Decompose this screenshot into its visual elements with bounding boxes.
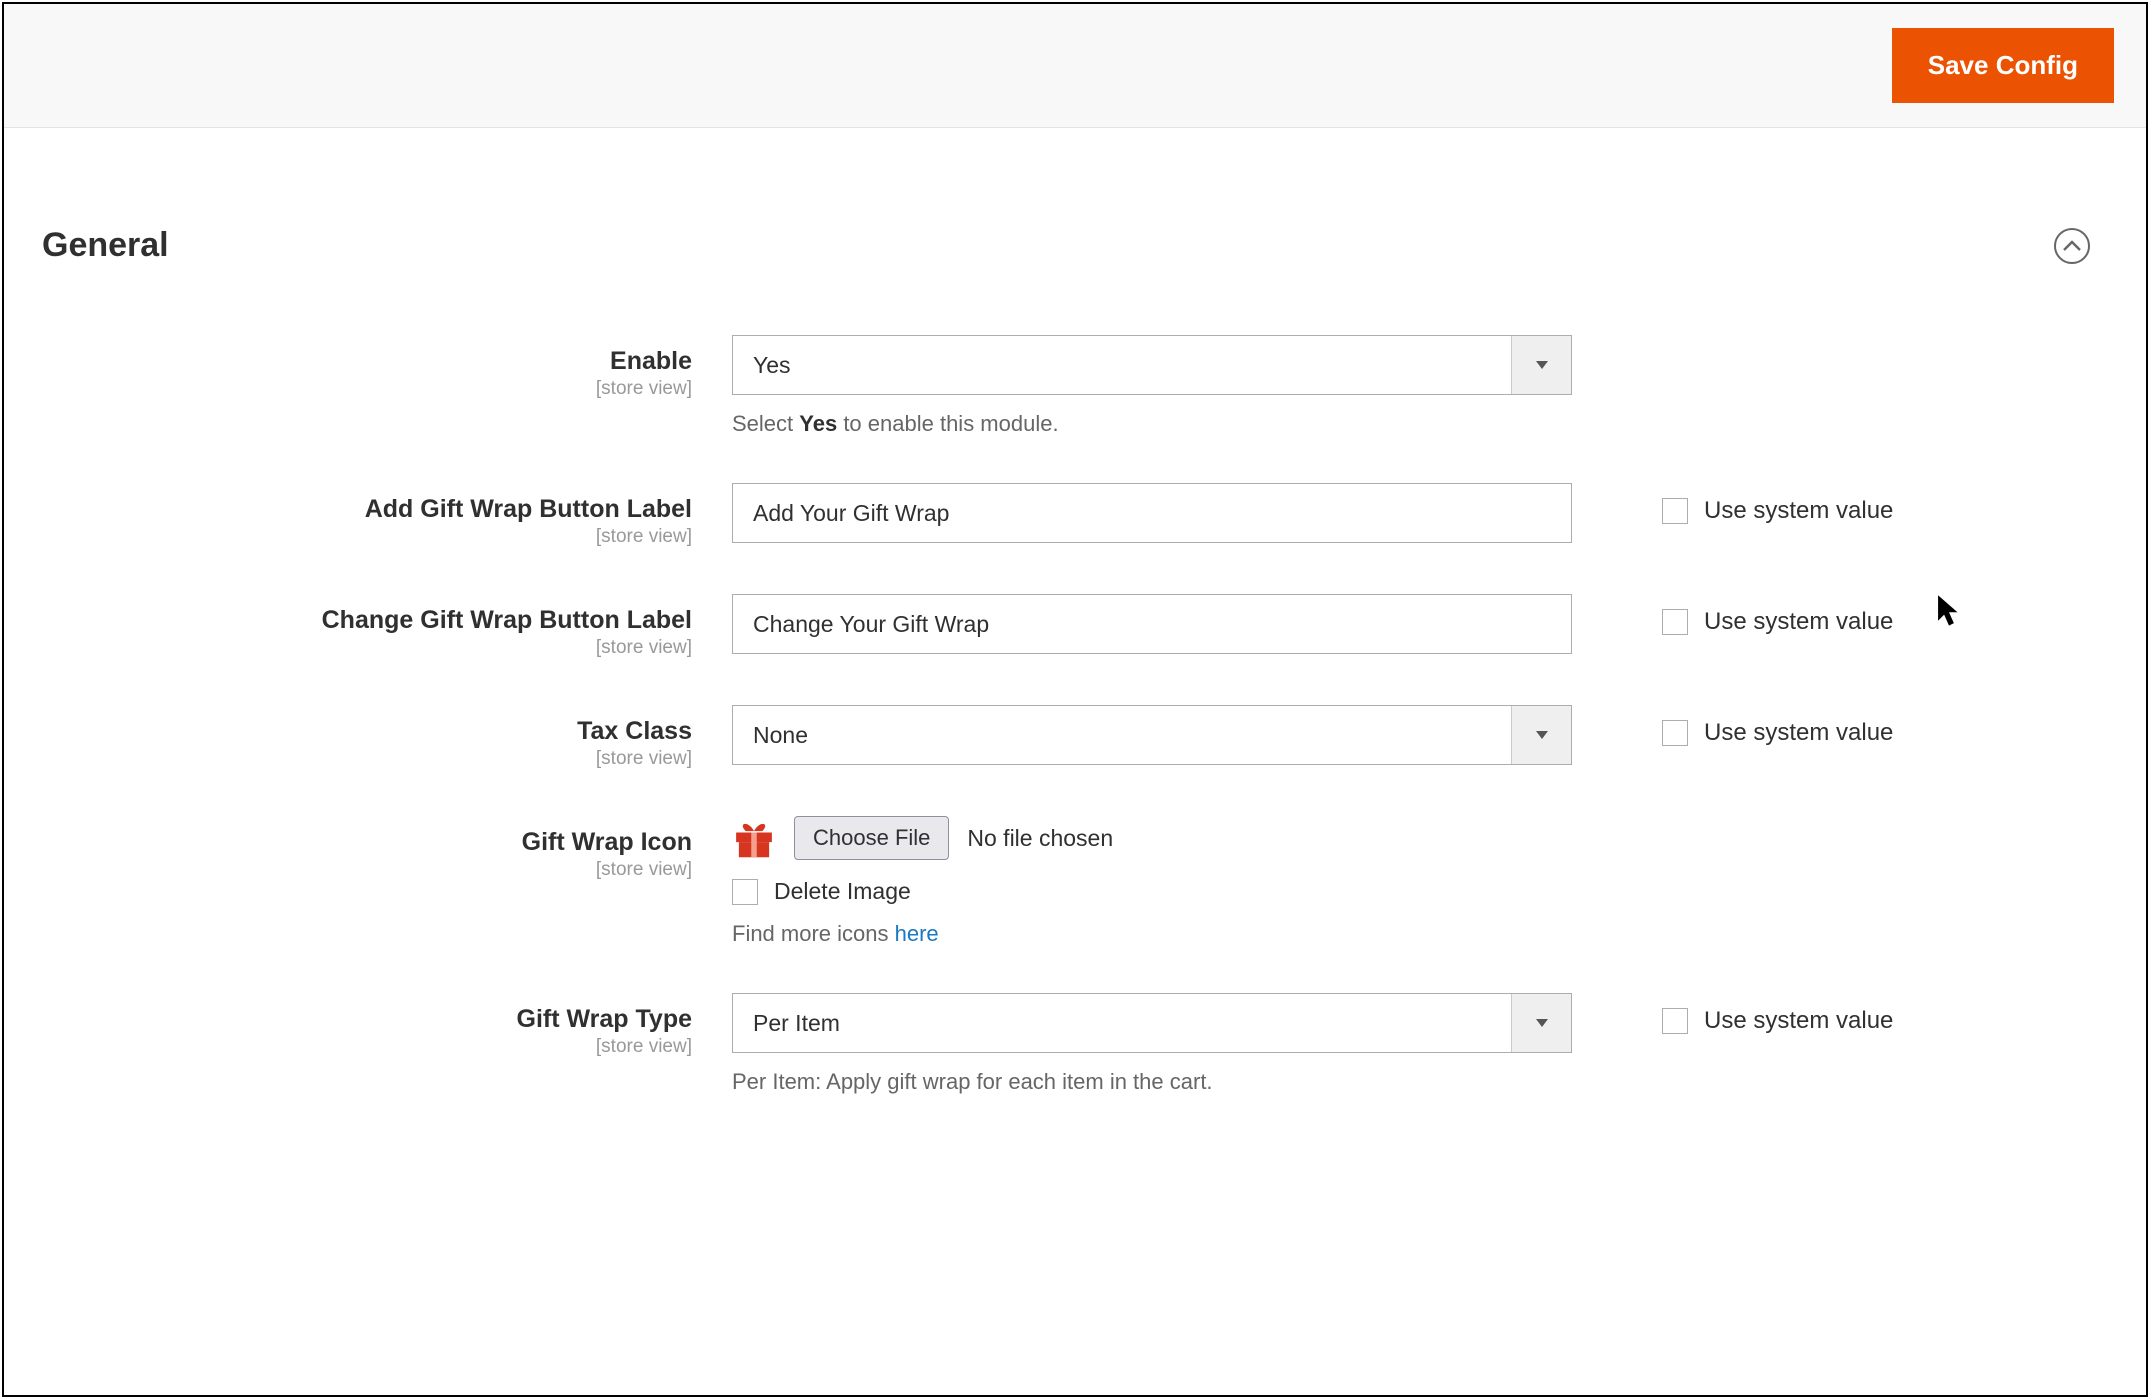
delete-image-checkbox[interactable]	[732, 879, 758, 905]
use-system-value-label[interactable]: Use system value	[1704, 1007, 1893, 1035]
gift-wrap-type-select[interactable]: Per Item	[732, 993, 1572, 1053]
type-helper: Per Item: Apply gift wrap for each item …	[732, 1069, 1572, 1095]
field-tax-class: Tax Class [store view] None Use system v…	[42, 705, 2108, 770]
use-system-value-label[interactable]: Use system value	[1704, 497, 1893, 525]
label-enable: Enable	[42, 347, 692, 376]
use-system-value-checkbox[interactable]	[1662, 609, 1688, 635]
label-gift-wrap-type: Gift Wrap Type	[42, 1005, 692, 1034]
chevron-down-icon	[1511, 336, 1571, 394]
use-system-value-label[interactable]: Use system value	[1704, 608, 1893, 636]
label-change-btn: Change Gift Wrap Button Label	[42, 606, 692, 635]
tax-class-select-value: None	[733, 722, 1511, 749]
scope-label: [store view]	[42, 637, 692, 659]
scope-label: [store view]	[42, 1036, 692, 1058]
gift-wrap-type-value: Per Item	[733, 1010, 1511, 1037]
field-gift-wrap-type: Gift Wrap Type [store view] Per Item Per…	[42, 993, 2108, 1095]
add-btn-label-input[interactable]	[732, 483, 1572, 543]
icon-helper: Find more icons here	[732, 921, 1572, 947]
use-system-value-checkbox[interactable]	[1662, 720, 1688, 746]
chevron-down-icon	[1511, 994, 1571, 1052]
label-gift-wrap-icon: Gift Wrap Icon	[42, 828, 692, 857]
file-chosen-status: No file chosen	[967, 825, 1113, 852]
use-system-value-checkbox[interactable]	[1662, 498, 1688, 524]
section-general-header[interactable]: General	[42, 166, 2108, 335]
header-bar: Save Config	[4, 4, 2146, 128]
enable-select-value: Yes	[733, 352, 1511, 379]
field-change-label: Change Gift Wrap Button Label [store vie…	[42, 594, 2108, 659]
tax-class-select[interactable]: None	[732, 705, 1572, 765]
find-icons-link[interactable]: here	[895, 921, 939, 946]
change-btn-label-input[interactable]	[732, 594, 1572, 654]
delete-image-label[interactable]: Delete Image	[774, 878, 911, 905]
chevron-down-icon	[1511, 706, 1571, 764]
label-tax-class: Tax Class	[42, 717, 692, 746]
choose-file-button[interactable]: Choose File	[794, 816, 949, 860]
field-enable: Enable [store view] Yes Select Yes to en…	[42, 335, 2108, 437]
enable-select[interactable]: Yes	[732, 335, 1572, 395]
gift-icon	[732, 816, 776, 860]
field-add-label: Add Gift Wrap Button Label [store view] …	[42, 483, 2108, 548]
use-system-value-checkbox[interactable]	[1662, 1008, 1688, 1034]
section-title: General	[42, 226, 169, 265]
scope-label: [store view]	[42, 859, 692, 881]
scope-label: [store view]	[42, 748, 692, 770]
field-gift-wrap-icon: Gift Wrap Icon [store view]	[42, 816, 2108, 947]
scope-label: [store view]	[42, 378, 692, 400]
label-add-btn: Add Gift Wrap Button Label	[42, 495, 692, 524]
use-system-value-label[interactable]: Use system value	[1704, 719, 1893, 747]
scope-label: [store view]	[42, 526, 692, 548]
enable-helper: Select Yes to enable this module.	[732, 411, 1572, 437]
save-config-button[interactable]: Save Config	[1892, 28, 2114, 103]
chevron-up-icon[interactable]	[2054, 228, 2090, 264]
